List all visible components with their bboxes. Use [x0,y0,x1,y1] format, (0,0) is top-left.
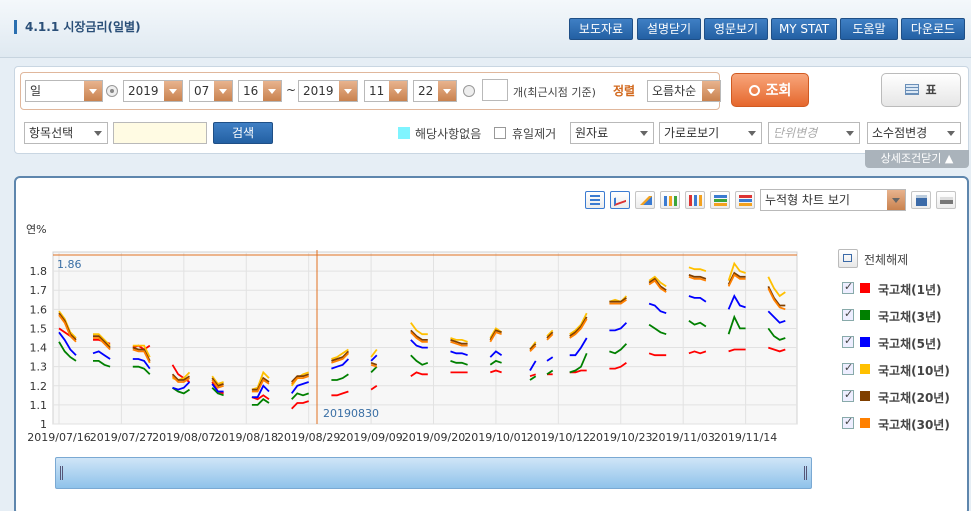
clear-all-label[interactable]: 전체해제 [864,251,908,268]
y-axis-ticks: 1 1.1 1.2 1.3 1.4 1.5 1.6 1.7 1.8 [30,265,48,431]
x-tick-label: 2019/10/12 [527,431,590,444]
legend-swatch [860,283,870,293]
legend-item[interactable]: 국고채(5년) [842,334,962,352]
crosshair-date-label: 20190830 [323,407,379,420]
y-tick-label: 1.2 [30,380,48,393]
legend-item[interactable]: 국고채(30년) [842,415,962,433]
legend-label: 국고채(30년) [878,418,950,432]
legend-swatch [860,418,870,428]
legend-item[interactable]: 국고채(3년) [842,307,962,325]
legend-checkbox[interactable] [842,280,854,294]
y-axis-label: 연% [26,223,47,236]
legend-label: 국고채(3년) [878,310,942,324]
legend-checkbox[interactable] [842,388,854,402]
x-tick-label: 2019/11/03 [651,431,714,444]
legend-label: 국고채(20년) [878,391,950,405]
y-tick-label: 1.1 [30,399,48,412]
x-tick-label: 2019/08/29 [277,431,340,444]
max-value-label: 1.86 [57,258,82,271]
clear-all-icon[interactable] [838,249,858,268]
plot-area [52,251,798,425]
series-line-1 [688,350,707,355]
x-tick-label: 2019/10/23 [589,431,652,444]
y-tick-label: 1 [40,418,47,431]
legend-swatch [860,364,870,374]
legend-checkbox[interactable] [842,307,854,321]
legend-checkbox[interactable] [842,361,854,375]
x-axis-ticks: 2019/07/16 2019/07/27 2019/08/07 2019/08/18… [27,431,777,444]
x-tick-label: 2019/11/14 [714,431,777,444]
x-tick-label: 2019/09/20 [402,431,465,444]
y-tick-label: 1.5 [30,322,48,335]
legend-label: 국고채(1년) [878,283,942,297]
right-handle[interactable] [804,466,807,480]
x-tick-label: 2019/10/01 [464,431,527,444]
left-handle[interactable] [60,466,63,480]
x-tick-label: 2019/07/16 [27,431,90,444]
legend-swatch [860,310,870,320]
x-tick-label: 2019/09/09 [339,431,402,444]
x-tick-label: 2019/08/18 [215,431,278,444]
x-tick-label: 2019/07/27 [90,431,153,444]
legend-checkbox[interactable] [842,415,854,429]
legend-swatch [860,337,870,347]
legend-label: 국고채(10년) [878,364,950,378]
legend-item[interactable]: 국고채(20년) [842,388,962,406]
legend-item[interactable]: 국고채(1년) [842,280,962,298]
x-tick-label: 2019/08/07 [152,431,215,444]
range-scrollbar[interactable] [55,457,812,489]
y-tick-label: 1.8 [30,265,48,278]
legend-label: 국고채(5년) [878,337,942,351]
legend-item[interactable]: 국고채(10년) [842,361,962,379]
chart-svg: 연% 11.11.21.31.41.51.61.71.8 2019/07/16 2… [26,223,798,444]
y-tick-label: 1.3 [30,361,48,374]
y-tick-label: 1.6 [30,303,48,316]
y-tick-label: 1.7 [30,284,48,297]
legend-checkbox[interactable] [842,334,854,348]
y-tick-label: 1.4 [30,342,48,355]
legend-swatch [860,391,870,401]
